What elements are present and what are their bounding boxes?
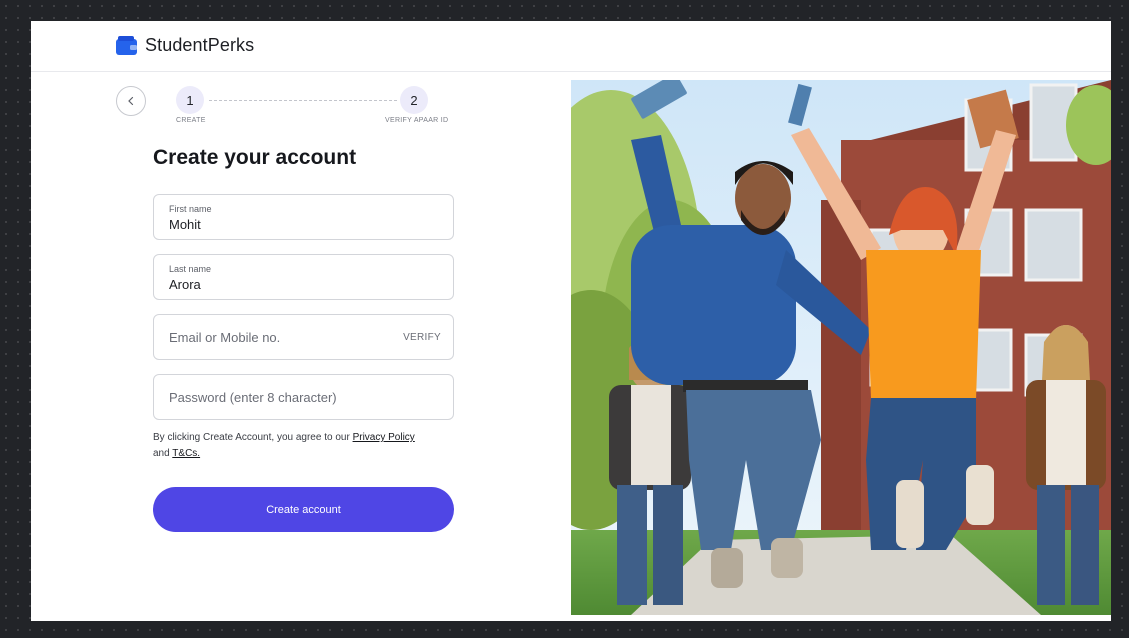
terms-prefix: By clicking Create Account, you agree to… [153,432,350,443]
terms-and: and [153,448,170,459]
hero-photo-illustration [571,80,1111,615]
privacy-policy-link[interactable]: Privacy Policy [353,432,415,443]
wallet-icon [116,36,137,55]
terms-text: By clicking Create Account, you agree to… [153,430,453,462]
email-mobile-placeholder: Email or Mobile no. [169,330,281,345]
last-name-field[interactable]: Last name Arora [153,254,454,300]
last-name-label: Last name [169,264,212,274]
step-2-indicator: 2 [400,86,428,114]
brand-logo[interactable]: StudentPerks [116,35,254,56]
top-bar: StudentPerks [31,21,1111,72]
hero-image [571,80,1111,615]
step-connector [209,100,397,101]
verify-button[interactable]: VERIFY [403,332,441,343]
back-button[interactable] [116,86,146,116]
first-name-field[interactable]: First name Mohit [153,194,454,240]
password-field[interactable]: Password (enter 8 character) [153,374,454,420]
first-name-label: First name [169,204,212,214]
step-1-indicator: 1 [176,86,204,114]
step-2-label: VERIFY APAAR ID [385,117,449,124]
step-1-label: CREATE [176,117,206,124]
first-name-value: Mohit [169,217,201,232]
chevron-left-icon [128,96,134,106]
tcs-link[interactable]: T&Cs. [172,448,200,459]
password-placeholder: Password (enter 8 character) [169,390,337,405]
create-account-button[interactable]: Create account [153,487,454,532]
app-window: StudentPerks 1 2 CREATE VERIFY APAAR ID … [31,21,1111,621]
email-mobile-field[interactable]: Email or Mobile no. VERIFY [153,314,454,360]
page-title: Create your account [153,146,357,169]
last-name-value: Arora [169,277,201,292]
brand-name: StudentPerks [145,35,255,55]
